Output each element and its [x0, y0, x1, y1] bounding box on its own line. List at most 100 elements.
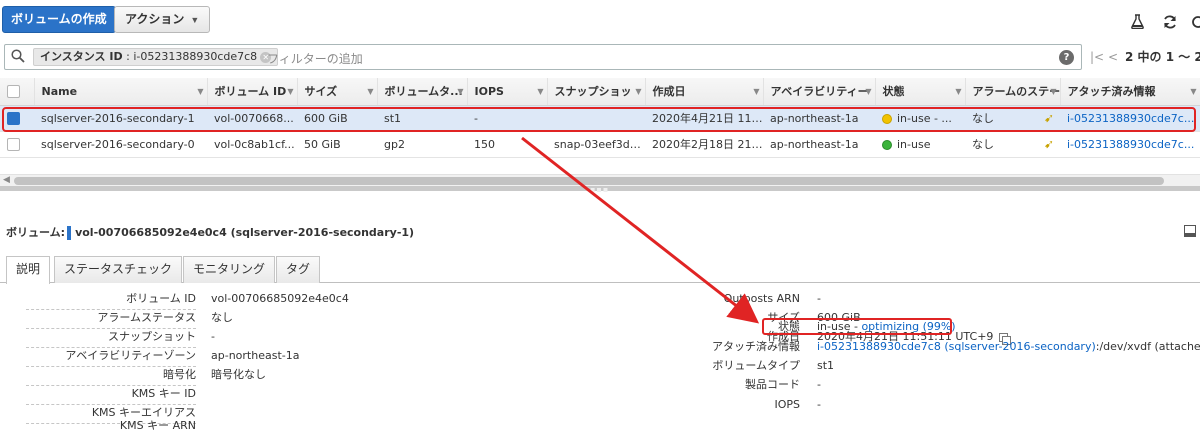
first-page-icon[interactable]: |< [1090, 50, 1104, 64]
prev-page-icon[interactable]: < [1108, 50, 1118, 64]
column-header-label: アベイラビリティー [770, 85, 869, 99]
cell-created: 2020年4月21日 11:... [645, 105, 763, 132]
instance-link[interactable]: i-05231388930cde7c8 (sqlserver-2016-seco… [817, 340, 1096, 353]
panel-toggle-icon[interactable] [1184, 225, 1196, 237]
field-label: KMS キー ID [0, 387, 196, 405]
column-header[interactable]: スナップショッ ▼ [547, 78, 646, 106]
column-header[interactable]: 状態 ▼ [875, 78, 966, 106]
column-header[interactable]: ボリュームタ... ▼ [377, 78, 468, 106]
volume-color-bar [67, 226, 72, 240]
cell-size: 50 GiB [297, 131, 377, 158]
select-all-header[interactable] [0, 78, 35, 106]
row-checkbox[interactable] [7, 111, 20, 125]
column-header[interactable]: アベイラビリティー ▼ [763, 78, 876, 106]
column-header[interactable]: IOPS ▼ [467, 78, 548, 106]
field-label: 状態 [778, 320, 800, 333]
sort-icon: ▼ [1050, 87, 1057, 96]
row-checkbox[interactable] [7, 137, 20, 151]
field-label: Outposts ARN [723, 292, 800, 305]
cell-state: in-use - ... [875, 105, 965, 132]
cell-volume-type: st1 [377, 105, 467, 132]
column-header-label: アタッチ済み情報 [1067, 85, 1156, 99]
cell-snapshot [547, 105, 645, 132]
filter-token[interactable]: インスタンス ID : i-05231388930cde7c8 ✕ [33, 48, 279, 66]
column-header[interactable]: アタッチ済み情報 ▼ [1060, 78, 1200, 106]
field-value: ap-northeast-1a [211, 349, 300, 362]
field-label: アラームステータス [0, 311, 196, 329]
field-value: vol-00706685092e4e0c4 [211, 292, 349, 305]
scroll-left-icon[interactable]: ◀ [3, 175, 10, 185]
field-label: スナップショット [0, 330, 196, 348]
column-header-label: 作成日 [652, 85, 686, 99]
cell-az: ap-northeast-1a [763, 105, 875, 132]
column-header-label: アラームのステー [972, 85, 1060, 99]
column-header[interactable]: ボリューム ID ▼ [207, 78, 298, 106]
detail-title-value: vol-00706685092e4e0c4 (sqlserver-2016-se… [75, 226, 415, 239]
filter-token-separator: : [122, 50, 134, 63]
state-text: in-use - [817, 320, 862, 333]
optimizing-progress-link[interactable]: optimizing (99%) [861, 320, 955, 333]
column-header-label: ボリュームタ... [384, 85, 463, 99]
attachment-link[interactable]: i-05231388930cde7c... [1067, 112, 1194, 125]
sort-icon: ▼ [753, 87, 760, 96]
row-select-cell[interactable] [0, 105, 34, 132]
create-alarm-icon[interactable]: ➹ [1044, 137, 1054, 151]
table-header: Name ▼ ボリューム ID ▼ サイズ ▼ ボリュームタ... ▼ IOPS ▼ スナ… [0, 78, 1200, 106]
sort-icon: ▼ [197, 87, 204, 96]
detail-title: ボリューム: vol-00706685092e4e0c4 (sqlserver-2… [6, 224, 414, 240]
field-label: アタッチ済み情報 [712, 340, 800, 353]
sort-icon: ▼ [1190, 87, 1197, 96]
tab-monitoring[interactable]: モニタリング [183, 256, 276, 283]
tab-status-checks[interactable]: ステータスチェック [54, 256, 183, 283]
field-value: in-use - optimizing (99%) [817, 320, 956, 334]
row-select-cell[interactable] [0, 131, 34, 158]
field-label: 製品コード [745, 378, 800, 391]
refresh-icon[interactable] [1162, 14, 1178, 33]
cell-iops: - [467, 105, 547, 132]
create-alarm-icon[interactable]: ➹ [1044, 111, 1054, 125]
sort-icon: ▼ [635, 87, 642, 96]
sort-icon: ▼ [287, 87, 294, 96]
field-value: 暗号化なし [211, 368, 266, 381]
grip-icon: ▪▪▪ [590, 185, 610, 194]
attachment-link[interactable]: i-05231388930cde7c... [1067, 138, 1194, 151]
filter-bar[interactable]: インスタンス ID : i-05231388930cde7c8 ✕ フィルターの追… [4, 44, 1082, 70]
cell-iops: 150 [467, 131, 547, 158]
cell-alarm: なし ➹ [965, 105, 1060, 132]
table-row[interactable]: sqlserver-2016-secondary-0 vol-0c8ab1cf.… [0, 131, 1200, 158]
column-header[interactable]: 作成日 ▼ [645, 78, 764, 106]
column-header[interactable]: アラームのステー ▼ [965, 78, 1061, 106]
cell-created: 2020年2月18日 21:... [645, 131, 763, 158]
field-value: - [817, 292, 821, 305]
tab-tags[interactable]: タグ [276, 256, 321, 283]
sort-icon: ▼ [367, 87, 374, 96]
field-label: アベイラビリティーゾーン [0, 349, 196, 367]
field-value: なし [211, 311, 233, 324]
filter-token-value: i-05231388930cde7c8 [133, 50, 258, 63]
field-label: KMS キーエイリアス [0, 406, 196, 424]
tab-description[interactable]: 説明 [6, 256, 51, 284]
scrollbar-thumb[interactable] [14, 177, 1164, 185]
column-header-label: ボリューム ID [214, 85, 287, 99]
column-header-label: IOPS [474, 84, 504, 98]
create-volume-button[interactable]: ボリュームの作成 [2, 6, 116, 33]
flask-icon[interactable] [1131, 14, 1144, 32]
help-icon[interactable]: ? [1059, 50, 1074, 65]
column-header[interactable]: サイズ ▼ [297, 78, 378, 106]
column-header[interactable]: Name ▼ [34, 78, 208, 106]
filter-token-key: インスタンス ID [40, 50, 123, 63]
select-all-checkbox[interactable] [7, 85, 20, 98]
field-label: ボリュームタイプ [712, 359, 800, 372]
state-text: in-use [897, 137, 931, 151]
filter-input[interactable]: フィルターの追加 [267, 50, 363, 67]
table-row[interactable]: sqlserver-2016-secondary-1 vol-0070668..… [0, 105, 1200, 132]
alarm-text: なし [972, 138, 994, 151]
actions-label: アクション [125, 12, 185, 26]
column-header-label: 状態 [882, 85, 905, 99]
detail-tabs: 説明 ステータスチェック モニタリング タグ [0, 256, 1200, 284]
settings-icon[interactable] [1190, 14, 1200, 33]
cell-az: ap-northeast-1a [763, 131, 875, 158]
actions-dropdown-button[interactable]: アクション ▼ [114, 6, 211, 33]
pane-splitter[interactable]: ▪▪▪ [0, 185, 1200, 194]
field-value: - [211, 330, 215, 343]
